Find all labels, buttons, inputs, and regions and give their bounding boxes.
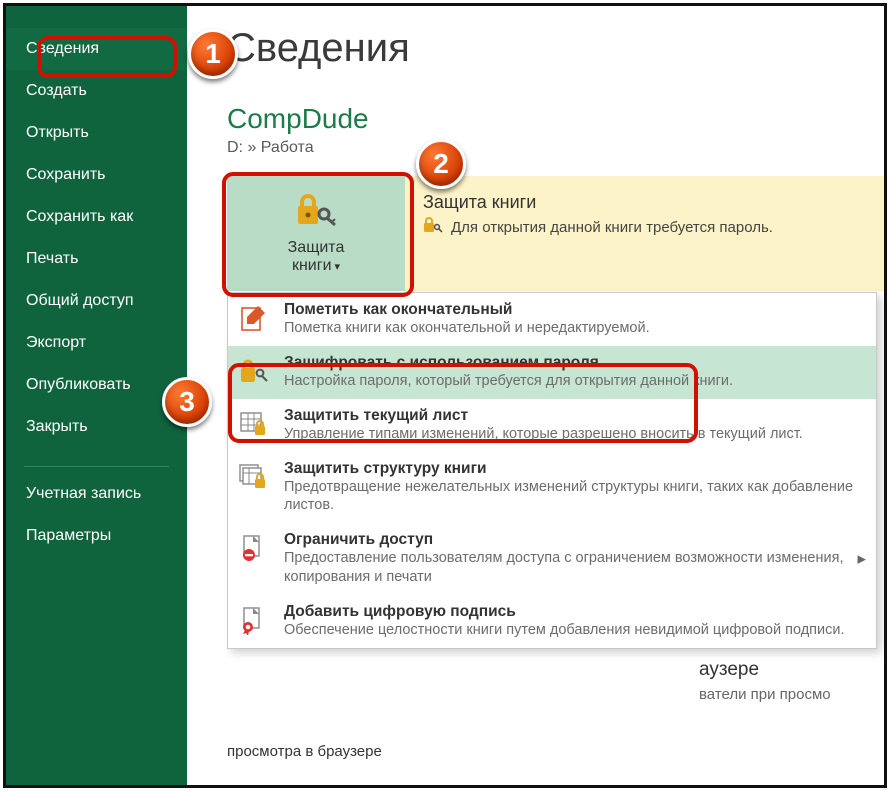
menu-item-restrict-access[interactable]: Ограничить доступ Предоставление пользов… — [228, 523, 876, 595]
protect-workbook-dropdown: Пометить как окончательный Пометка книги… — [227, 292, 877, 649]
document-restrict-icon — [238, 531, 272, 587]
protect-description-panel: Защита книги Для открытия данной книги т… — [405, 176, 884, 291]
menu-title: Защитить текущий лист — [284, 407, 803, 425]
pen-document-icon — [238, 301, 272, 338]
protect-title: Защита книги — [423, 192, 870, 213]
sidebar-item-saveas[interactable]: Сохранить как — [6, 196, 187, 238]
document-ribbon-icon — [238, 603, 272, 640]
content-area: Сведения CompDude D: » Работа Защита кни… — [187, 6, 884, 785]
protect-btn-label-1: Защита — [288, 239, 345, 257]
menu-item-encrypt-password[interactable]: Зашифровать с использованием пароля Наст… — [228, 346, 876, 399]
lock-key-small-icon — [423, 217, 443, 237]
lock-key-icon — [238, 354, 272, 391]
backstage-sidebar: Сведения Создать Открыть Сохранить Сохра… — [6, 6, 187, 785]
menu-title: Ограничить доступ — [284, 531, 862, 549]
menu-desc: Управление типами изменений, которые раз… — [284, 425, 803, 444]
document-path: D: » Работа — [187, 135, 884, 157]
sidebar-label: Общий доступ — [26, 292, 134, 309]
menu-desc: Пометка книги как окончательной и нереда… — [284, 319, 650, 338]
menu-item-digital-signature[interactable]: Добавить цифровую подпись Обеспечение це… — [228, 595, 876, 648]
menu-title: Зашифровать с использованием пароля — [284, 354, 733, 372]
menu-title: Пометить как окончательный — [284, 301, 650, 319]
annotation-marker-2: 2 — [416, 139, 466, 189]
sidebar-item-account[interactable]: Учетная запись — [6, 473, 187, 515]
sidebar-label: Сведения — [26, 40, 99, 57]
sidebar-label: Сохранить — [26, 166, 106, 183]
sidebar-item-new[interactable]: Создать — [6, 70, 187, 112]
menu-desc: Предотвращение нежелательных изменений с… — [284, 478, 862, 516]
bg-heading-fragment: аузере — [699, 656, 759, 684]
sidebar-label: Закрыть — [26, 418, 88, 435]
protect-desc-text: Для открытия данной книги требуется паро… — [451, 219, 773, 236]
sheet-lock-icon — [238, 407, 272, 444]
menu-title: Добавить цифровую подпись — [284, 603, 845, 621]
sidebar-label: Создать — [26, 82, 87, 99]
sidebar-label: Экспорт — [26, 334, 86, 351]
menu-desc: Обеспечение целостности книги путем доба… — [284, 621, 845, 640]
sidebar-item-open[interactable]: Открыть — [6, 112, 187, 154]
annotation-marker-3: 3 — [162, 377, 212, 427]
menu-title: Защитить структуру книги — [284, 460, 862, 478]
sidebar-item-publish[interactable]: Опубликовать — [6, 364, 187, 406]
sidebar-label: Опубликовать — [26, 376, 131, 393]
page-title: Сведения — [187, 6, 884, 71]
sidebar-item-export[interactable]: Экспорт — [6, 322, 187, 364]
sidebar-item-print[interactable]: Печать — [6, 238, 187, 280]
protect-workbook-button[interactable]: Защита книги▾ — [227, 176, 405, 291]
bg-bottom-text: просмотра в браузере — [227, 741, 382, 763]
sidebar-label: Открыть — [26, 124, 89, 141]
sidebar-item-close[interactable]: Закрыть — [6, 406, 187, 448]
sidebar-label: Учетная запись — [26, 485, 141, 502]
workbook-lock-icon — [238, 460, 272, 516]
menu-item-protect-sheet[interactable]: Защитить текущий лист Управление типами … — [228, 399, 876, 452]
sidebar-label: Сохранить как — [26, 208, 133, 225]
menu-item-protect-structure[interactable]: Защитить структуру книги Предотвращение … — [228, 452, 876, 524]
sidebar-item-share[interactable]: Общий доступ — [6, 280, 187, 322]
protect-btn-label-2: книги — [292, 257, 332, 274]
sidebar-item-save[interactable]: Сохранить — [6, 154, 187, 196]
sidebar-label: Печать — [26, 250, 78, 267]
bg-text-line: ватели при просмо — [699, 684, 831, 706]
menu-desc: Предоставление пользователям доступа с о… — [284, 549, 862, 587]
sidebar-separator — [24, 466, 169, 467]
menu-desc: Настройка пароля, который требуется для … — [284, 372, 733, 391]
document-name: CompDude — [187, 71, 884, 135]
menu-item-mark-final[interactable]: Пометить как окончательный Пометка книги… — [228, 293, 876, 346]
lock-key-icon — [294, 192, 338, 231]
dropdown-caret-icon: ▾ — [332, 261, 341, 273]
submenu-arrow-icon: ▶ — [858, 553, 866, 566]
sidebar-label: Параметры — [26, 527, 111, 544]
annotation-marker-1: 1 — [188, 29, 238, 79]
sidebar-item-options[interactable]: Параметры — [6, 515, 187, 557]
sidebar-item-info[interactable]: Сведения — [6, 28, 187, 70]
